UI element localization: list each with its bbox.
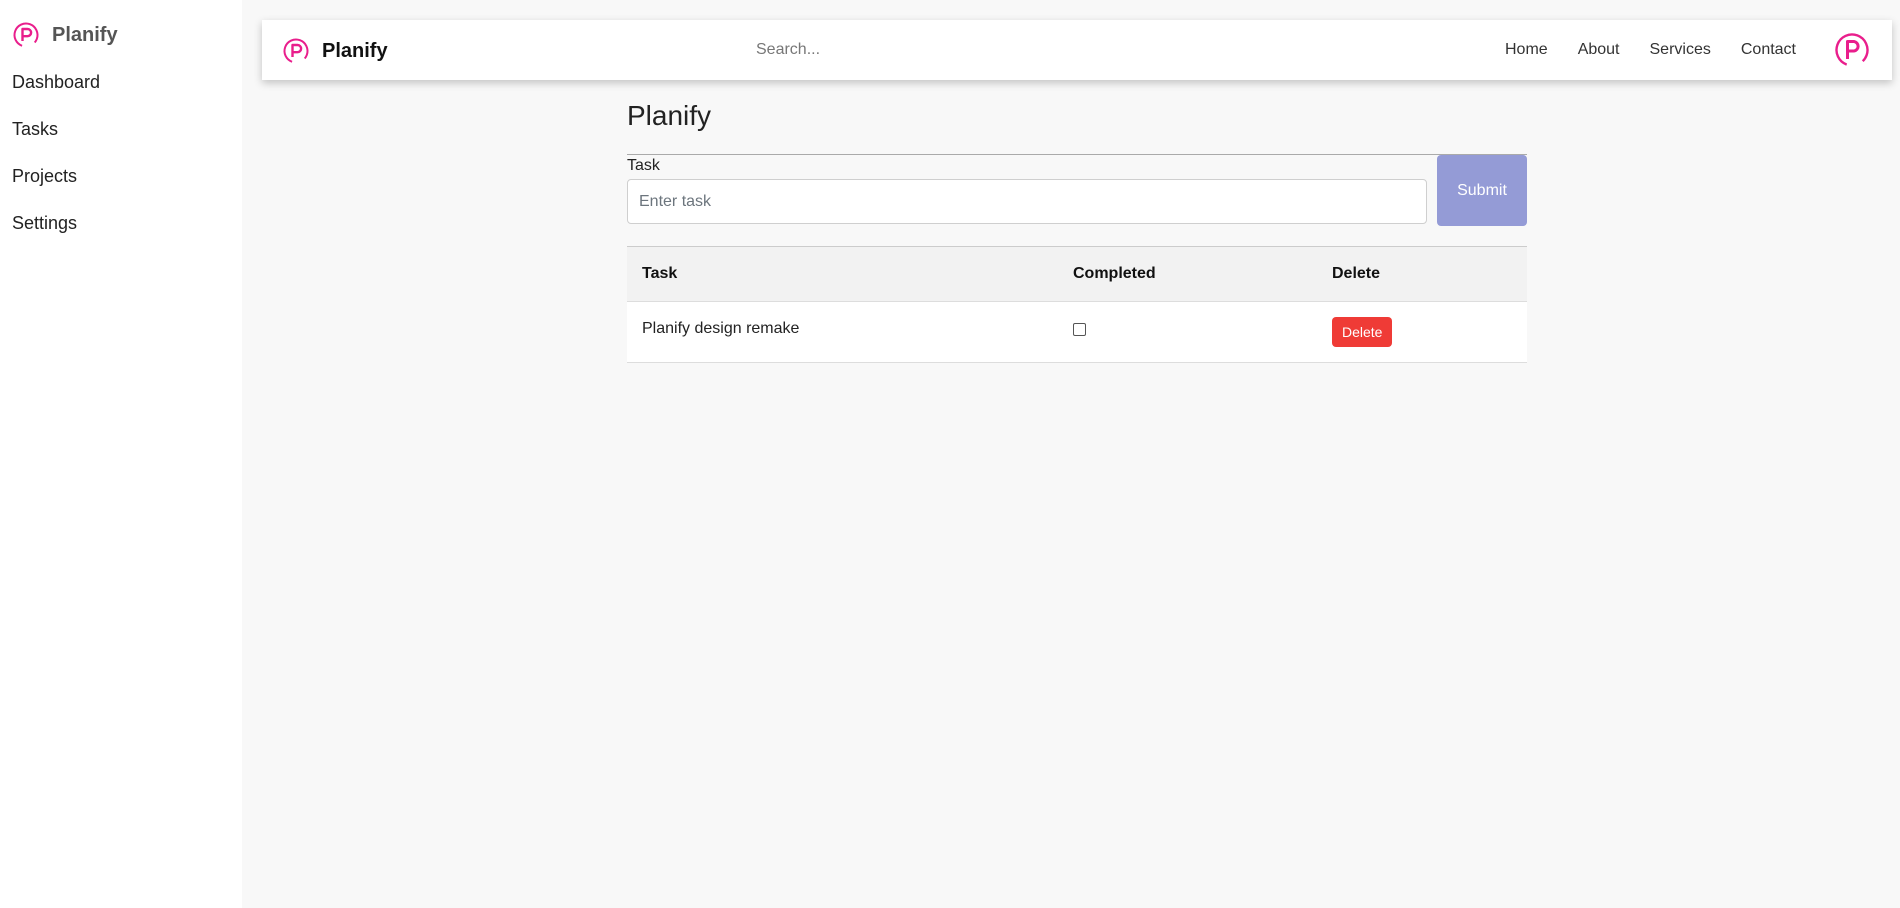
- sidebar-brand-name: Planify: [52, 23, 118, 46]
- nav-link-contact[interactable]: Contact: [1741, 40, 1796, 60]
- sidebar-nav: Dashboard Tasks Projects Settings: [12, 70, 100, 258]
- nav-link-services[interactable]: Services: [1650, 40, 1711, 60]
- task-form: Task Submit: [627, 154, 1527, 226]
- completed-cell: [1058, 301, 1317, 363]
- column-header-completed: Completed: [1058, 246, 1317, 302]
- sidebar-item-tasks[interactable]: Tasks: [12, 117, 100, 164]
- sidebar-item-projects[interactable]: Projects: [12, 164, 100, 211]
- nav-link-about[interactable]: About: [1578, 40, 1620, 60]
- planify-logo-icon: [13, 22, 39, 48]
- column-header-task: Task: [627, 246, 1058, 302]
- main-content: Planify Task Submit Task Completed Delet…: [627, 96, 1527, 363]
- completed-checkbox[interactable]: [1073, 323, 1086, 336]
- page-title: Planify: [627, 100, 712, 131]
- task-label: Task: [627, 157, 660, 174]
- sidebar-item-settings[interactable]: Settings: [12, 211, 100, 258]
- planify-logo-icon: [283, 38, 309, 64]
- sidebar: Planify Dashboard Tasks Projects Setting…: [0, 0, 242, 908]
- table-row: Planify design remake Delete: [627, 301, 1527, 363]
- column-header-delete: Delete: [1317, 246, 1527, 302]
- topbar: Planify Home About Services Contact: [262, 20, 1892, 80]
- sidebar-brand[interactable]: Planify: [12, 20, 118, 50]
- topbar-brand-name: Planify: [322, 39, 388, 62]
- topbar-brand[interactable]: Planify: [282, 36, 388, 66]
- delete-button[interactable]: Delete: [1332, 317, 1393, 347]
- table-header-row: Task Completed Delete: [627, 246, 1527, 302]
- submit-button[interactable]: Submit: [1437, 155, 1527, 226]
- search-input[interactable]: [752, 37, 1052, 63]
- nav-link-home[interactable]: Home: [1505, 40, 1548, 60]
- delete-cell: Delete: [1317, 301, 1527, 363]
- planify-avatar-icon[interactable]: [1834, 32, 1870, 68]
- top-nav: Home About Services Contact: [1475, 40, 1796, 60]
- task-name-cell: Planify design remake: [627, 301, 1058, 363]
- task-input[interactable]: [627, 179, 1427, 224]
- task-table: Task Completed Delete Planify design rem…: [627, 246, 1527, 363]
- sidebar-item-dashboard[interactable]: Dashboard: [12, 70, 100, 117]
